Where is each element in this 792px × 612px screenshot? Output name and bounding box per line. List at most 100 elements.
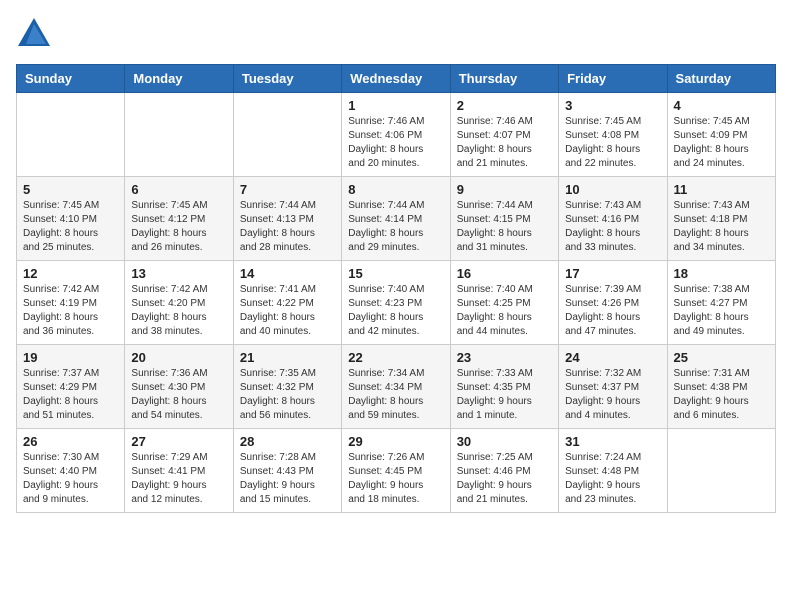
calendar-cell: 8 Sunrise: 7:44 AM Sunset: 4:14 PM Daylig… [342,177,450,261]
calendar-cell: 19 Sunrise: 7:37 AM Sunset: 4:29 PM Dayli… [17,345,125,429]
calendar-cell: 28 Sunrise: 7:28 AM Sunset: 4:43 PM Dayli… [233,429,341,513]
day-number: 15 [348,266,443,281]
day-info: Sunrise: 7:45 AM Sunset: 4:12 PM Dayligh… [131,199,226,255]
day-number: 1 [348,98,443,113]
weekday-header-sunday: Sunday [17,65,125,93]
calendar-table: SundayMondayTuesdayWednesdayThursdayFrid… [16,64,776,513]
calendar-cell: 24Sunrise: 7:32 AM Sunset: 4:37 PM Dayli… [559,345,667,429]
day-info: Sunrise: 7:44 AM Sunset: 4:14 PM Dayligh… [348,199,443,255]
calendar-cell: 4 Sunrise: 7:45 AM Sunset: 4:09 PM Daylig… [667,93,775,177]
calendar-cell: 29Sunrise: 7:26 AM Sunset: 4:45 PM Dayli… [342,429,450,513]
day-info: Sunrise: 7:45 AM Sunset: 4:10 PM Dayligh… [23,199,118,255]
day-info: Sunrise: 7:41 AM Sunset: 4:22 PM Dayligh… [240,283,335,339]
day-info: Sunrise: 7:42 AM Sunset: 4:19 PM Dayligh… [23,283,118,339]
day-number: 23 [457,350,552,365]
day-number: 30 [457,434,552,449]
day-info: Sunrise: 7:40 AM Sunset: 4:25 PM Dayligh… [457,283,552,339]
calendar-week-row: 19 Sunrise: 7:37 AM Sunset: 4:29 PM Dayli… [17,345,776,429]
calendar-cell: 2 Sunrise: 7:46 AM Sunset: 4:07 PM Daylig… [450,93,558,177]
day-number: 8 [348,182,443,197]
header [16,16,776,52]
day-info: Sunrise: 7:45 AM Sunset: 4:08 PM Dayligh… [565,115,660,171]
calendar-cell [667,429,775,513]
weekday-header-saturday: Saturday [667,65,775,93]
day-number: 17 [565,266,660,281]
logo-icon [16,16,52,52]
day-info: Sunrise: 7:25 AM Sunset: 4:46 PM Dayligh… [457,451,552,507]
day-number: 13 [131,266,226,281]
day-info: Sunrise: 7:45 AM Sunset: 4:09 PM Dayligh… [674,115,769,171]
day-number: 12 [23,266,118,281]
day-info: Sunrise: 7:44 AM Sunset: 4:15 PM Dayligh… [457,199,552,255]
logo [16,16,56,52]
weekday-header-wednesday: Wednesday [342,65,450,93]
day-number: 21 [240,350,335,365]
day-info: Sunrise: 7:46 AM Sunset: 4:07 PM Dayligh… [457,115,552,171]
day-number: 28 [240,434,335,449]
weekday-header-monday: Monday [125,65,233,93]
calendar-cell: 10Sunrise: 7:43 AM Sunset: 4:16 PM Dayli… [559,177,667,261]
weekday-header-row: SundayMondayTuesdayWednesdayThursdayFrid… [17,65,776,93]
day-info: Sunrise: 7:43 AM Sunset: 4:18 PM Dayligh… [674,199,769,255]
day-number: 11 [674,182,769,197]
calendar-cell: 12 Sunrise: 7:42 AM Sunset: 4:19 PM Dayli… [17,261,125,345]
day-info: Sunrise: 7:46 AM Sunset: 4:06 PM Dayligh… [348,115,443,171]
weekday-header-tuesday: Tuesday [233,65,341,93]
day-info: Sunrise: 7:35 AM Sunset: 4:32 PM Dayligh… [240,367,335,423]
day-number: 31 [565,434,660,449]
day-number: 20 [131,350,226,365]
day-number: 4 [674,98,769,113]
calendar-cell: 26Sunrise: 7:30 AM Sunset: 4:40 PM Dayli… [17,429,125,513]
day-info: Sunrise: 7:26 AM Sunset: 4:45 PM Dayligh… [348,451,443,507]
day-number: 2 [457,98,552,113]
calendar-cell [233,93,341,177]
calendar-cell: 31Sunrise: 7:24 AM Sunset: 4:48 PM Dayli… [559,429,667,513]
day-number: 22 [348,350,443,365]
calendar-cell: 3 Sunrise: 7:45 AM Sunset: 4:08 PM Daylig… [559,93,667,177]
day-info: Sunrise: 7:32 AM Sunset: 4:37 PM Dayligh… [565,367,660,423]
calendar-cell: 1 Sunrise: 7:46 AM Sunset: 4:06 PM Daylig… [342,93,450,177]
day-number: 26 [23,434,118,449]
day-number: 6 [131,182,226,197]
calendar-cell: 13 Sunrise: 7:42 AM Sunset: 4:20 PM Dayli… [125,261,233,345]
calendar-week-row: 5 Sunrise: 7:45 AM Sunset: 4:10 PM Daylig… [17,177,776,261]
day-number: 7 [240,182,335,197]
calendar-week-row: 12 Sunrise: 7:42 AM Sunset: 4:19 PM Dayli… [17,261,776,345]
day-info: Sunrise: 7:44 AM Sunset: 4:13 PM Dayligh… [240,199,335,255]
calendar-cell: 23 Sunrise: 7:33 AM Sunset: 4:35 PM Dayli… [450,345,558,429]
day-number: 9 [457,182,552,197]
calendar-cell: 11 Sunrise: 7:43 AM Sunset: 4:18 PM Dayli… [667,177,775,261]
day-info: Sunrise: 7:34 AM Sunset: 4:34 PM Dayligh… [348,367,443,423]
weekday-header-thursday: Thursday [450,65,558,93]
calendar-cell: 30 Sunrise: 7:25 AM Sunset: 4:46 PM Dayli… [450,429,558,513]
page-container: SundayMondayTuesdayWednesdayThursdayFrid… [0,0,792,521]
day-info: Sunrise: 7:36 AM Sunset: 4:30 PM Dayligh… [131,367,226,423]
calendar-cell [125,93,233,177]
day-number: 19 [23,350,118,365]
calendar-cell: 18 Sunrise: 7:38 AM Sunset: 4:27 PM Dayli… [667,261,775,345]
calendar-cell: 25 Sunrise: 7:31 AM Sunset: 4:38 PM Dayli… [667,345,775,429]
day-info: Sunrise: 7:28 AM Sunset: 4:43 PM Dayligh… [240,451,335,507]
day-info: Sunrise: 7:42 AM Sunset: 4:20 PM Dayligh… [131,283,226,339]
calendar-cell: 6 Sunrise: 7:45 AM Sunset: 4:12 PM Daylig… [125,177,233,261]
day-info: Sunrise: 7:40 AM Sunset: 4:23 PM Dayligh… [348,283,443,339]
day-number: 16 [457,266,552,281]
calendar-cell: 17Sunrise: 7:39 AM Sunset: 4:26 PM Dayli… [559,261,667,345]
day-number: 18 [674,266,769,281]
calendar-week-row: 1 Sunrise: 7:46 AM Sunset: 4:06 PM Daylig… [17,93,776,177]
day-number: 3 [565,98,660,113]
calendar-cell: 5 Sunrise: 7:45 AM Sunset: 4:10 PM Daylig… [17,177,125,261]
weekday-header-friday: Friday [559,65,667,93]
day-info: Sunrise: 7:37 AM Sunset: 4:29 PM Dayligh… [23,367,118,423]
calendar-cell: 15 Sunrise: 7:40 AM Sunset: 4:23 PM Dayli… [342,261,450,345]
day-number: 5 [23,182,118,197]
day-number: 14 [240,266,335,281]
day-info: Sunrise: 7:31 AM Sunset: 4:38 PM Dayligh… [674,367,769,423]
day-info: Sunrise: 7:43 AM Sunset: 4:16 PM Dayligh… [565,199,660,255]
day-info: Sunrise: 7:33 AM Sunset: 4:35 PM Dayligh… [457,367,552,423]
calendar-week-row: 26Sunrise: 7:30 AM Sunset: 4:40 PM Dayli… [17,429,776,513]
day-info: Sunrise: 7:38 AM Sunset: 4:27 PM Dayligh… [674,283,769,339]
calendar-cell: 14 Sunrise: 7:41 AM Sunset: 4:22 PM Dayli… [233,261,341,345]
day-number: 25 [674,350,769,365]
calendar-cell: 27Sunrise: 7:29 AM Sunset: 4:41 PM Dayli… [125,429,233,513]
